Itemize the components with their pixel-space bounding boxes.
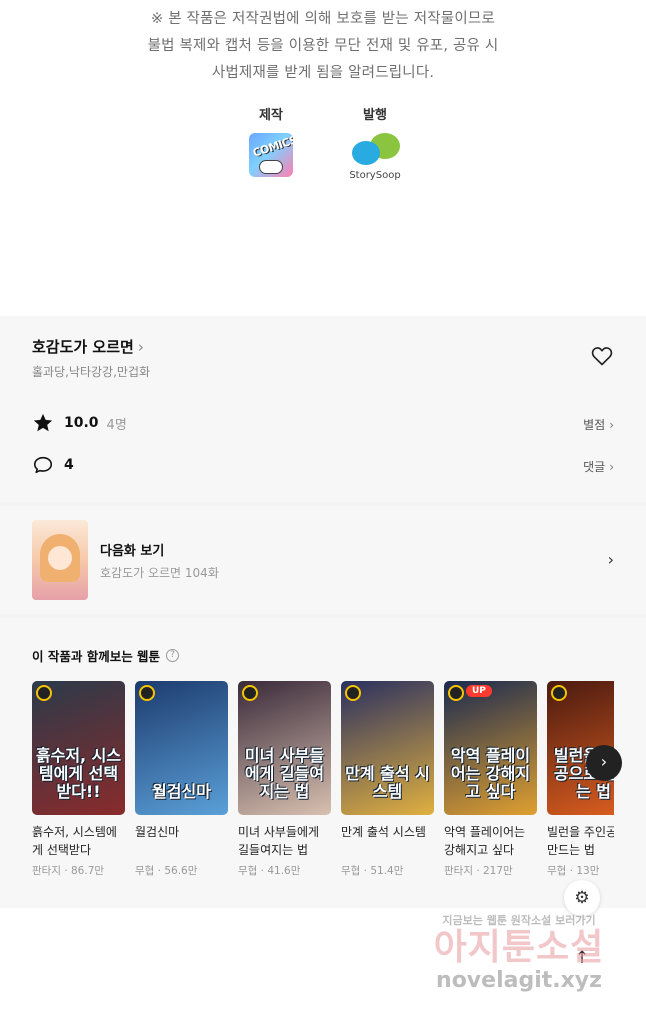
recommendation-title: 빌런을 주인공으로 만드는 법 xyxy=(547,825,614,857)
series-panel: 호감도가 오르면 › 홀과당,낙타강강,만겁화 10.0 4명 별점 › 4 댓글 › xyxy=(0,316,646,908)
recommendation-thumbnail: 흙수저, 시스템에게 선택받다!! xyxy=(32,681,125,815)
recommendation-art-title: 흙수저, 시스템에게 선택받다!! xyxy=(35,746,122,801)
next-episode-card[interactable]: 다음화 보기 호감도가 오르면 104화 › xyxy=(0,506,646,614)
clock-icon xyxy=(345,685,361,701)
comment-icon xyxy=(33,456,53,474)
comment-row: 4 xyxy=(32,454,74,476)
recommendation-meta: 무협 · 56.6만 xyxy=(135,865,198,877)
recommendations-list: 흙수저, 시스템에게 선택받다!! 흙수저, 시스템에게 선택받다판타지 · 86… xyxy=(32,681,614,891)
series-title: 호감도가 오르면 xyxy=(32,338,134,356)
comment-link-label: 댓글 xyxy=(583,460,606,474)
clock-icon xyxy=(448,685,464,701)
storysoop-logo: StorySoop xyxy=(345,133,405,181)
recommendation-item[interactable]: 월검신마 월검신마 무협 · 56.6만 xyxy=(135,681,228,878)
clock-icon xyxy=(242,685,258,701)
rating-count: 4명 xyxy=(106,417,127,433)
notice-line-3: 사법제재를 받게 됨을 알려드립니다. xyxy=(211,65,435,81)
up-badge: UP xyxy=(466,685,492,697)
recommendation-meta: 무협 · 51.4만 xyxy=(341,865,404,877)
comment-count: 4 xyxy=(64,457,74,473)
recommendation-title: 미녀 사부들에게 길들여지는 법 xyxy=(238,825,320,857)
recommendation-meta: 무협 · 13만 xyxy=(547,865,600,877)
production-credit: 제작 COMICS xyxy=(241,104,301,181)
comment-link[interactable]: 댓글 › xyxy=(583,458,614,475)
recommendation-thumbnail: UP 악역 플레이어는 강해지고 싶다 xyxy=(444,681,537,815)
chevron-right-icon: › xyxy=(137,338,144,356)
recommendation-meta: 판타지 · 217만 xyxy=(444,865,513,877)
clock-icon xyxy=(139,685,155,701)
comics-logo-face xyxy=(259,160,283,174)
recommendations-title: 이 작품과 함께보는 웹툰 xyxy=(32,649,161,664)
recommendation-item[interactable]: UP 악역 플레이어는 강해지고 싶다 악역 플레이어는 강해지고 싶다 판타지 · … xyxy=(444,681,537,878)
recommendation-item[interactable]: 미녀 사부들에게 길들여지는 법 미녀 사부들에게 길들여지는 법 무협 · 41.… xyxy=(238,681,331,878)
recommendation-item[interactable]: 만계 출석 시스템 만계 출석 시스템 무협 · 51.4만 xyxy=(341,681,434,878)
chevron-right-icon: › xyxy=(609,418,614,432)
chevron-right-icon: › xyxy=(607,550,614,569)
publisher-credit: 발행 StorySoop xyxy=(345,104,405,181)
blue-bubble xyxy=(352,141,380,165)
comics-logo: COMICS xyxy=(249,133,293,177)
recommendation-art-title: 미녀 사부들에게 길들여지는 법 xyxy=(244,746,325,801)
thumbnail-face xyxy=(48,546,72,570)
publisher-label: 발행 xyxy=(363,108,387,123)
production-label: 제작 xyxy=(259,108,283,123)
watermark-line-1: 지금보는 웹툰 원작소설 보러가기 xyxy=(442,914,596,927)
rating-row: 10.0 4명 xyxy=(32,412,127,434)
copyright-notice: ※ 본 작품은 저작권법에 의해 보호를 받는 저작물이므로 불법 복제와 캡처… xyxy=(0,6,646,87)
heart-icon[interactable] xyxy=(590,344,614,368)
chevron-right-icon: › xyxy=(609,460,614,474)
rating-link[interactable]: 별점 › xyxy=(583,416,614,433)
storysoop-bubbles xyxy=(350,133,400,169)
storysoop-name: StorySoop xyxy=(349,170,401,181)
series-info-card: 호감도가 오르면 › 홀과당,낙타강강,만겁화 10.0 4명 별점 › 4 댓글 › xyxy=(0,316,646,502)
carousel-next-button[interactable]: › xyxy=(586,745,622,781)
series-title-link[interactable]: 호감도가 오르면 › xyxy=(32,336,144,357)
recommendation-art-title: 월검신마 xyxy=(152,782,211,801)
recommendations-heading: 이 작품과 함께보는 웹툰 ? xyxy=(32,646,180,665)
recommendation-meta: 무협 · 41.6만 xyxy=(238,865,301,877)
clock-icon xyxy=(551,685,567,701)
recommendation-title: 흙수저, 시스템에게 선택받다 xyxy=(32,825,117,857)
notice-line-1: ※ 본 작품은 저작권법에 의해 보호를 받는 저작물이므로 xyxy=(151,11,495,27)
recommendation-title: 월검신마 xyxy=(135,825,180,839)
recommendation-art-title: 악역 플레이어는 강해지고 싶다 xyxy=(450,746,531,801)
comics-logo-text: COMICS xyxy=(251,133,293,160)
next-episode-label: 다음화 보기 xyxy=(100,544,165,559)
recommendation-thumbnail: 미녀 사부들에게 길들여지는 법 xyxy=(238,681,331,815)
rating-score: 10.0 xyxy=(64,415,99,431)
recommendation-thumbnail: 만계 출석 시스템 xyxy=(341,681,434,815)
star-icon xyxy=(33,413,53,432)
gear-icon[interactable]: ⚙ xyxy=(564,880,600,916)
recommendation-thumbnail: 월검신마 xyxy=(135,681,228,815)
recommendation-meta: 판타지 · 86.7만 xyxy=(32,865,105,877)
watermark-line-3: novelagit.xyz xyxy=(436,968,602,993)
next-episode-thumbnail xyxy=(32,520,88,600)
notice-line-2: 불법 복제와 캡처 등을 이용한 무단 전재 및 유포, 공유 시 xyxy=(147,38,499,54)
recommendation-title: 악역 플레이어는 강해지고 싶다 xyxy=(444,825,526,857)
series-authors: 홀과당,낙타강강,만겁화 xyxy=(32,365,151,379)
recommendation-item[interactable]: 흙수저, 시스템에게 선택받다!! 흙수저, 시스템에게 선택받다판타지 · 86… xyxy=(32,681,125,878)
help-icon[interactable]: ? xyxy=(166,649,180,662)
recommendations-card: 이 작품과 함께보는 웹툰 ? 흙수저, 시스템에게 선택받다!! 흙수저, 시스… xyxy=(0,618,646,908)
rating-link-label: 별점 xyxy=(583,418,606,432)
watermark-line-2: 아지툰소설 xyxy=(433,927,605,968)
recommendation-title: 만계 출석 시스템 xyxy=(341,825,426,839)
next-episode-subtitle: 호감도가 오르면 104화 xyxy=(100,566,219,580)
credits: 제작 COMICS 발행 StorySoop xyxy=(0,104,646,181)
recommendation-art-title: 만계 출석 시스템 xyxy=(345,764,430,801)
clock-icon xyxy=(36,685,52,701)
watermark: 지금보는 웹툰 원작소설 보러가기 아지툰소설 novelagit.xyz xyxy=(414,912,624,994)
